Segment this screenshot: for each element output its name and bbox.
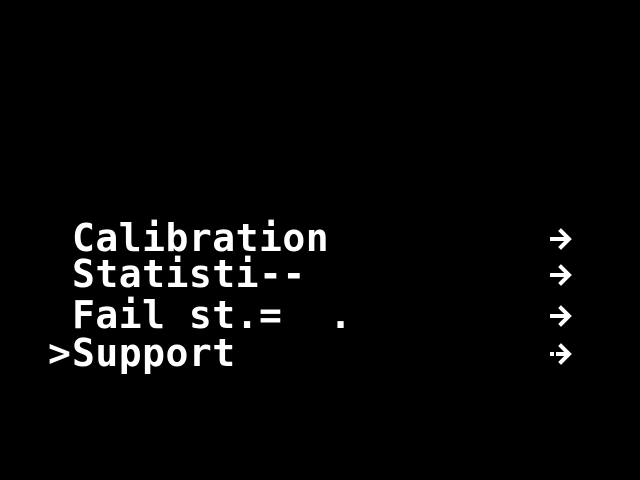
right-arrow-icon bbox=[548, 341, 576, 367]
settings-menu: Calibration Statisti-- Fail st.= . > Sup… bbox=[48, 218, 608, 373]
menu-item-label: Support bbox=[72, 331, 236, 375]
menu-item-label: Statisti-- bbox=[72, 252, 306, 296]
device-screen: Calibration Statisti-- Fail st.= . > Sup… bbox=[0, 0, 640, 480]
menu-item-support[interactable]: > Support bbox=[48, 333, 608, 373]
right-arrow-icon bbox=[548, 226, 576, 252]
right-arrow-icon bbox=[548, 262, 576, 288]
menu-item-statistics[interactable]: Statisti-- bbox=[48, 254, 608, 294]
menu-item-fail-stats[interactable]: Fail st.= . bbox=[48, 295, 608, 335]
menu-item-label: Fail st.= . bbox=[72, 293, 353, 337]
selection-cursor: > bbox=[48, 331, 72, 375]
right-arrow-icon bbox=[548, 303, 576, 329]
